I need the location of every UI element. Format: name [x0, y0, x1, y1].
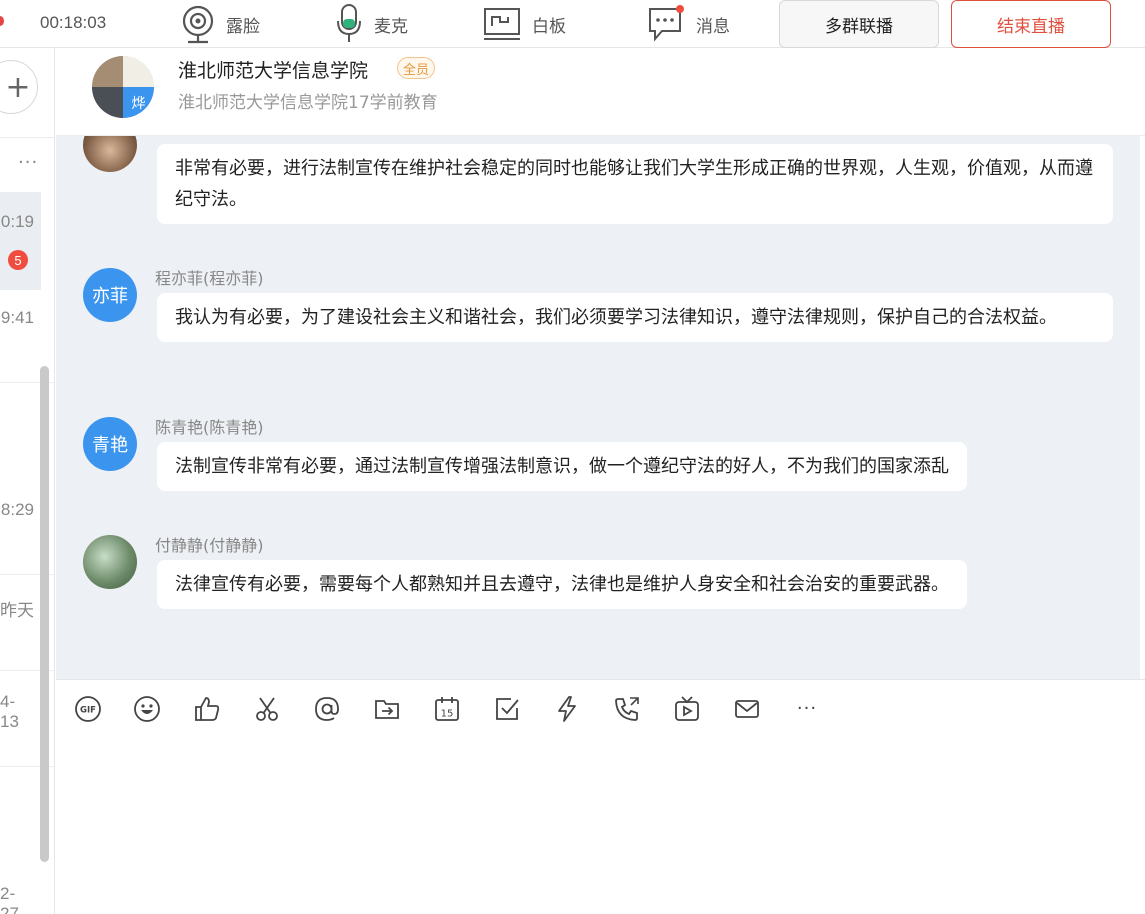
thumbs-up-icon	[195, 697, 220, 721]
sender-name: 陈青艳(陈青艳)	[155, 418, 264, 437]
chat-header: 烨 淮北师范大学信息学院 全员 淮北师范大学信息学院17学前教育	[56, 48, 1145, 136]
live-stream-button[interactable]	[672, 694, 702, 724]
lightning-icon	[558, 696, 576, 722]
send-file-button[interactable]	[372, 694, 402, 724]
calendar-icon: 15	[435, 697, 459, 721]
message-bubble: 法律宣传有必要，需要每个人都熟知并且去遵守，法律也是维护人身安全和社会治安的重要…	[157, 560, 967, 609]
conversation-time: 4-13	[0, 692, 19, 731]
scissors-icon	[256, 697, 278, 721]
avatar-tile	[92, 87, 123, 118]
messages-label: 消息	[696, 16, 730, 37]
whiteboard-button[interactable]: 白板	[482, 4, 566, 44]
avatar-tile: 烨	[123, 87, 154, 118]
more-icon[interactable]: ···	[18, 152, 38, 173]
mention-button[interactable]	[312, 694, 342, 724]
conversation-time: 8:29	[0, 500, 34, 519]
message-bubble: 我认为有必要，为了建设社会主义和谐社会，我们必须要学习法律知识，遵守法律规则，保…	[157, 293, 1113, 342]
checkbox-icon	[496, 698, 519, 720]
live-timer: 00:18:03	[40, 13, 107, 32]
live-toolbar: 00:18:03 露脸 麦克 白板 消息 多群联播 结束直播	[0, 0, 1145, 48]
add-conversation-button[interactable]: +	[0, 60, 38, 114]
schedule-button[interactable]: 15	[432, 694, 462, 724]
quick-action-button[interactable]	[552, 694, 582, 724]
conversation-time: 2-27	[0, 884, 19, 914]
messages-button[interactable]: 消息	[646, 4, 730, 44]
sender-name: 付静静(付静静)	[155, 536, 264, 555]
microphone-toggle-button[interactable]: 麦克	[334, 4, 408, 44]
gif-button[interactable]: GIF	[73, 694, 103, 724]
conversation-item-selected[interactable]	[0, 192, 41, 290]
message-list: 非常有必要，进行法制宣传在维护社会稳定的同时也能够让我们大学生形成正确的世界观，…	[56, 136, 1140, 679]
whiteboard-icon	[482, 6, 522, 42]
message-bubble: 非常有必要，进行法制宣传在维护社会稳定的同时也能够让我们大学生形成正确的世界观，…	[157, 144, 1113, 224]
whiteboard-label: 白板	[532, 16, 566, 37]
mail-button[interactable]	[732, 694, 762, 724]
conversation-time: 9:41	[0, 308, 34, 327]
end-live-button[interactable]: 结束直播	[951, 0, 1111, 48]
sender-name: 程亦菲(程亦菲)	[155, 269, 264, 288]
conversation-list: + ··· 0:19 5 9:41 8:29 昨天 4-13 2-27	[0, 48, 55, 914]
message-bubble: 法制宣传非常有必要，通过法制宣传增强法制意识，做一个遵纪守法的好人，不为我们的国…	[157, 442, 967, 491]
multi-group-broadcast-button[interactable]: 多群联播	[779, 0, 939, 48]
message-icon	[646, 4, 686, 44]
group-name[interactable]: 淮北师范大学信息学院	[178, 56, 368, 83]
like-button[interactable]	[192, 694, 222, 724]
microphone-icon	[334, 3, 364, 45]
more-tools-button[interactable]: ···	[792, 694, 822, 724]
sender-avatar[interactable]: 亦菲	[83, 268, 137, 322]
folder-icon	[375, 700, 399, 719]
avatar-tile	[123, 56, 154, 87]
group-subtitle: 淮北师范大学信息学院17学前教育	[178, 93, 438, 113]
group-type-tag: 全员	[397, 57, 436, 79]
unread-badge: 5	[8, 250, 28, 270]
app-window: 00:18:03 露脸 麦克 白板 消息 多群联播 结束直播 + ··· 0:1…	[0, 0, 1145, 914]
camera-toggle-label: 露脸	[226, 16, 260, 37]
screenshot-button[interactable]	[252, 694, 282, 724]
emoji-icon	[134, 696, 160, 722]
message-input-area[interactable]: GIF 15 ···	[56, 679, 1145, 914]
sender-avatar[interactable]	[83, 535, 137, 589]
sender-avatar[interactable]	[83, 136, 137, 172]
svg-text:GIF: GIF	[80, 706, 96, 716]
at-icon	[315, 697, 339, 721]
phone-call-icon	[615, 697, 639, 721]
divider	[0, 137, 54, 138]
avatar-tile	[92, 56, 123, 87]
svg-text:15: 15	[441, 709, 454, 720]
gif-icon: GIF	[75, 696, 101, 722]
microphone-toggle-label: 麦克	[374, 16, 408, 37]
live-tv-icon	[675, 696, 699, 721]
sender-avatar[interactable]: 青艳	[83, 417, 137, 471]
more-icon: ···	[796, 698, 818, 719]
camera-icon	[180, 4, 216, 44]
list-scrollbar[interactable]	[40, 366, 49, 862]
voice-call-button[interactable]	[612, 694, 642, 724]
group-avatar[interactable]: 烨	[92, 56, 154, 118]
camera-toggle-button[interactable]: 露脸	[180, 4, 260, 44]
emoji-button[interactable]	[132, 694, 162, 724]
conversation-time: 昨天	[0, 601, 34, 620]
mail-icon	[735, 700, 759, 718]
task-button[interactable]	[492, 694, 522, 724]
live-indicator-icon	[0, 16, 4, 26]
conversation-time: 0:19	[0, 212, 34, 231]
